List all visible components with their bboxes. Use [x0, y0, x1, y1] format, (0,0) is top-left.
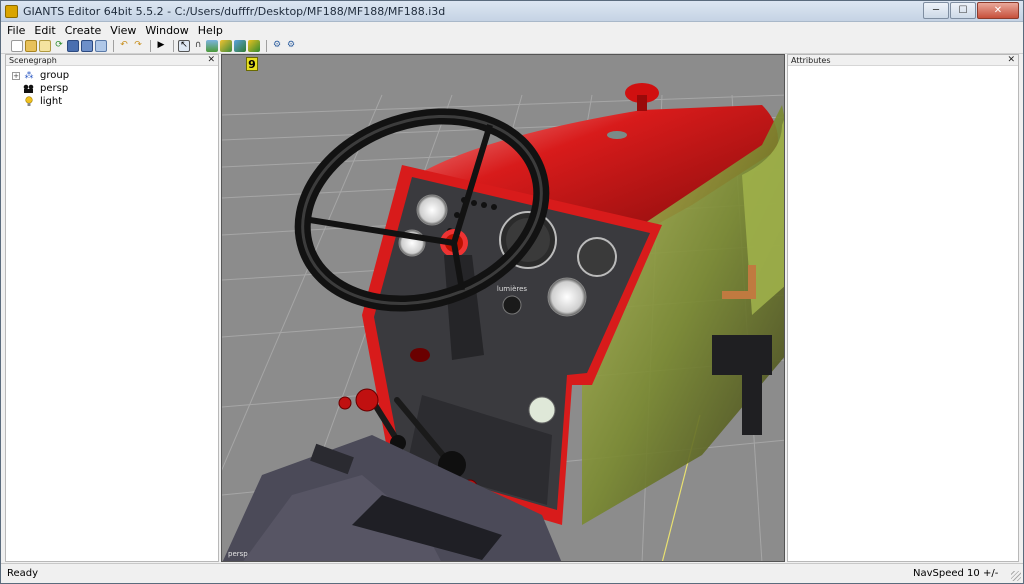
export-icon[interactable] [95, 39, 107, 52]
close-button[interactable]: ✕ [977, 2, 1019, 19]
title-bar[interactable]: GIANTS Editor 64bit 5.5.2 - C:/Users/duf… [1, 1, 1023, 22]
window-title: GIANTS Editor 64bit 5.5.2 - C:/Users/duf… [23, 4, 446, 18]
lever-mount-small [338, 396, 352, 410]
menu-window[interactable]: Window [145, 24, 188, 37]
toolbar-separator [266, 39, 267, 52]
fuel-cap [607, 131, 627, 139]
menu-bar: File Edit Create View Window Help [1, 22, 1023, 38]
linkage-arm [742, 375, 762, 435]
lights-label: lumières [497, 285, 527, 293]
viewport-scene: lumières [222, 55, 784, 561]
scene-tree: + ⁂ group persp light [6, 66, 218, 108]
settings-icon[interactable]: ⚙ [271, 40, 283, 52]
hand-throttle-mount [410, 348, 430, 362]
status-bar: Ready NavSpeed 10 +/- [1, 563, 1023, 583]
toolbar-separator [150, 39, 151, 52]
tree-node-persp[interactable]: persp [6, 82, 218, 95]
scenegraph-header: Scenegraph ✕ [6, 55, 218, 66]
gauge-ammeter [547, 277, 587, 317]
foliage-icon[interactable] [234, 39, 246, 52]
maximize-button[interactable]: ☐ [950, 2, 976, 19]
exhaust-stem [637, 95, 647, 111]
save-as-icon[interactable] [81, 39, 93, 52]
app-window: GIANTS Editor 64bit 5.5.2 - C:/Users/duf… [0, 0, 1024, 584]
menu-view[interactable]: View [110, 24, 136, 37]
tree-node-label: persp [40, 83, 69, 94]
camera-name-label: persp [228, 550, 248, 558]
attributes-header: Attributes ✕ [788, 55, 1018, 66]
tree-node-label: group [40, 70, 70, 81]
settings-alt-icon[interactable]: ⚙ [285, 40, 297, 52]
giants-editor-icon [5, 4, 18, 18]
redo-icon[interactable]: ↷ [132, 40, 144, 52]
view-gizmo[interactable]: 9 [246, 57, 258, 71]
paint-icon[interactable] [220, 39, 232, 52]
tree-node-group[interactable]: + ⁂ group [6, 69, 218, 82]
navspeed-indicator: NavSpeed 10 +/- [913, 568, 999, 579]
attributes-close-button[interactable]: ✕ [1007, 55, 1015, 66]
reload-icon[interactable]: ⟳ [53, 40, 65, 52]
undo-icon[interactable]: ↶ [118, 40, 130, 52]
menu-file[interactable]: File [7, 24, 25, 37]
save-icon[interactable] [67, 39, 79, 52]
3d-viewport[interactable]: lumières 9 persp [221, 54, 785, 562]
scenegraph-close-button[interactable]: ✕ [207, 55, 215, 66]
camera-icon [23, 84, 35, 94]
tree-node-light[interactable]: light [6, 95, 218, 108]
scenegraph-panel: Scenegraph ✕ + ⁂ group persp light [5, 54, 219, 562]
gauge-oil [577, 237, 617, 277]
expand-toggle[interactable]: + [12, 71, 20, 80]
edit-icon[interactable] [39, 39, 51, 52]
linkage-block [712, 335, 772, 375]
select-icon[interactable]: ↖ [178, 39, 190, 52]
group-icon: ⁂ [24, 70, 34, 81]
toolbar-separator [173, 39, 174, 52]
open-file-icon[interactable] [25, 39, 37, 52]
gauge-temp [416, 194, 448, 226]
light-icon [23, 96, 35, 107]
menu-create[interactable]: Create [65, 24, 102, 37]
minimize-button[interactable]: ─ [923, 2, 949, 19]
play-icon[interactable]: ▶ [155, 40, 167, 52]
menu-help[interactable]: Help [198, 24, 223, 37]
terrain-icon[interactable] [206, 39, 218, 52]
attributes-panel: Attributes ✕ [787, 54, 1019, 562]
toolbar: ⟳ ↶ ↷ ▶ ↖ ∩ ⚙ ⚙ [1, 38, 1023, 54]
status-text: Ready [7, 568, 39, 579]
lever-mount [355, 388, 379, 412]
gauge-hourmeter [528, 396, 556, 424]
placement-icon[interactable] [248, 39, 260, 52]
attributes-title: Attributes [791, 56, 831, 65]
window-controls: ─ ☐ ✕ [922, 2, 1019, 19]
menu-edit[interactable]: Edit [34, 24, 55, 37]
tree-node-label: light [40, 96, 63, 107]
magnet-icon[interactable]: ∩ [192, 40, 204, 52]
new-file-icon[interactable] [11, 39, 23, 52]
resize-grip[interactable] [1011, 571, 1021, 581]
scenegraph-title: Scenegraph [9, 56, 57, 65]
toolbar-separator [113, 39, 114, 52]
light-switch [502, 295, 522, 315]
